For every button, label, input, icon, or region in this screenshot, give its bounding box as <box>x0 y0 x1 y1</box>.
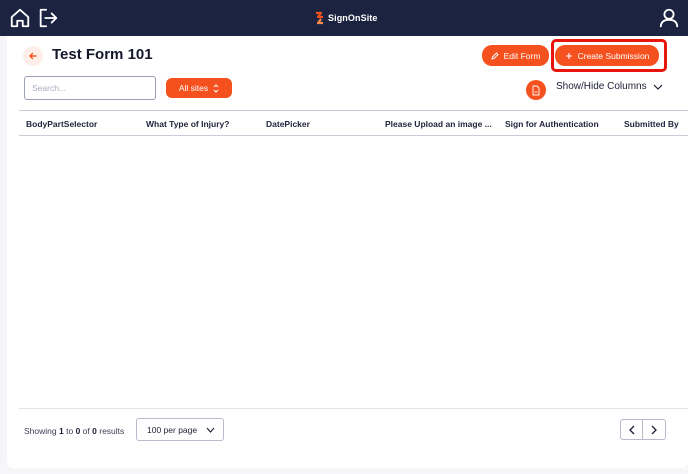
next-page-button[interactable] <box>643 420 665 439</box>
highlight-box <box>551 39 667 72</box>
logout-icon[interactable] <box>37 7 59 29</box>
updown-chevron-icon <box>213 83 219 93</box>
main-card: Test Form 101 Edit Form Create Submissio… <box>7 36 688 468</box>
chevron-down-icon <box>206 427 215 433</box>
show-hide-columns-label: Show/Hide Columns <box>556 81 647 92</box>
results-summary: Showing 1 to 0 of 0 results <box>24 426 124 436</box>
results-to: 0 <box>75 426 81 436</box>
arrow-left-icon <box>29 52 37 60</box>
sites-dropdown[interactable]: All sites <box>166 78 232 98</box>
column-header-injury-type[interactable]: What Type of Injury? <box>146 119 229 129</box>
signonsite-logo <box>316 11 323 25</box>
results-total: 0 <box>92 426 97 436</box>
pencil-icon <box>490 51 499 60</box>
of-label: of <box>82 426 90 436</box>
table-header: BodyPartSelector What Type of Injury? Da… <box>19 110 688 136</box>
results-from: 1 <box>58 426 64 436</box>
csv-file-icon <box>532 85 540 95</box>
per-page-value: 100 per page <box>147 424 198 435</box>
showing-label: Showing <box>24 426 57 436</box>
brand[interactable]: SignOnSite <box>314 9 378 27</box>
column-header-submitted-by[interactable]: Submitted By <box>624 119 679 129</box>
top-bar: SignOnSite <box>0 0 688 36</box>
column-header-bodypartselector[interactable]: BodyPartSelector <box>26 119 97 129</box>
column-header-sign-authentication[interactable]: Sign for Authentication <box>505 119 599 129</box>
sites-label: All sites <box>178 83 209 93</box>
results-label: results <box>99 426 125 436</box>
per-page-select[interactable]: 100 per page <box>136 418 224 441</box>
chevron-left-icon <box>628 425 634 434</box>
show-hide-columns-toggle[interactable]: Show/Hide Columns <box>556 81 663 92</box>
home-icon[interactable] <box>9 7 31 29</box>
chevron-down-icon <box>653 84 663 90</box>
edit-form-label: Edit Form <box>503 50 541 61</box>
export-csv-button[interactable] <box>526 80 546 100</box>
footer-divider <box>19 408 688 409</box>
user-icon[interactable] <box>658 7 680 29</box>
chevron-right-icon <box>651 425 657 434</box>
column-header-upload-image[interactable]: Please Upload an image ... <box>385 119 492 129</box>
search-input[interactable] <box>24 76 156 100</box>
column-header-datepicker[interactable]: DatePicker <box>266 119 310 129</box>
to-label: to <box>66 426 74 436</box>
page-title: Test Form 101 <box>52 46 153 63</box>
brand-name: SignOnSite <box>328 13 378 23</box>
prev-page-button[interactable] <box>621 420 644 439</box>
edit-form-button[interactable]: Edit Form <box>482 45 549 66</box>
pagination-controls <box>620 419 666 440</box>
back-button[interactable] <box>23 46 43 66</box>
